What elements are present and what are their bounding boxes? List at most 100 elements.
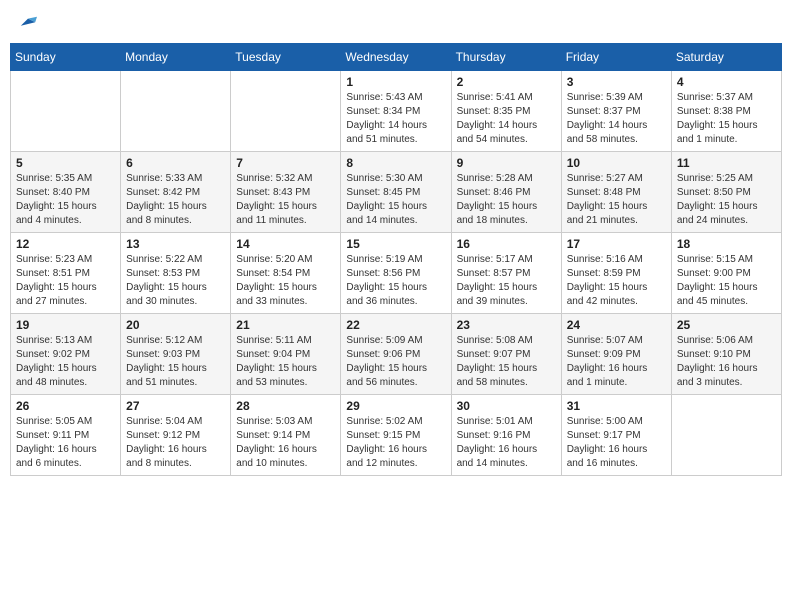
day-info-line: Daylight: 16 hours: [346, 443, 445, 457]
day-info-line: and 8 minutes.: [126, 214, 225, 228]
day-info-line: Sunset: 8:57 PM: [457, 267, 556, 281]
day-info-line: Sunrise: 5:09 AM: [346, 334, 445, 348]
day-info-line: Sunset: 8:42 PM: [126, 186, 225, 200]
calendar-cell: 28Sunrise: 5:03 AMSunset: 9:14 PMDayligh…: [231, 395, 341, 476]
day-info: Sunrise: 5:27 AMSunset: 8:48 PMDaylight:…: [567, 172, 666, 228]
calendar-cell: 1Sunrise: 5:43 AMSunset: 8:34 PMDaylight…: [341, 71, 451, 152]
calendar-cell: [671, 395, 781, 476]
day-info-line: Sunset: 8:54 PM: [236, 267, 335, 281]
day-info-line: Daylight: 15 hours: [677, 200, 776, 214]
day-info-line: and 36 minutes.: [346, 295, 445, 309]
day-info-line: and 8 minutes.: [126, 457, 225, 471]
day-info-line: Sunset: 8:38 PM: [677, 105, 776, 119]
day-info-line: Daylight: 15 hours: [677, 281, 776, 295]
day-info-line: and 54 minutes.: [457, 133, 556, 147]
calendar-cell: 18Sunrise: 5:15 AMSunset: 9:00 PMDayligh…: [671, 233, 781, 314]
calendar-cell: 4Sunrise: 5:37 AMSunset: 8:38 PMDaylight…: [671, 71, 781, 152]
day-info-line: Daylight: 15 hours: [567, 281, 666, 295]
day-info-line: Sunrise: 5:20 AM: [236, 253, 335, 267]
day-info: Sunrise: 5:33 AMSunset: 8:42 PMDaylight:…: [126, 172, 225, 228]
day-number: 2: [457, 75, 556, 89]
day-number: 13: [126, 237, 225, 251]
calendar-cell: 31Sunrise: 5:00 AMSunset: 9:17 PMDayligh…: [561, 395, 671, 476]
day-info: Sunrise: 5:41 AMSunset: 8:35 PMDaylight:…: [457, 91, 556, 147]
calendar-cell: 17Sunrise: 5:16 AMSunset: 8:59 PMDayligh…: [561, 233, 671, 314]
calendar-cell: 16Sunrise: 5:17 AMSunset: 8:57 PMDayligh…: [451, 233, 561, 314]
day-info: Sunrise: 5:35 AMSunset: 8:40 PMDaylight:…: [16, 172, 115, 228]
day-info-line: Sunset: 9:16 PM: [457, 429, 556, 443]
day-number: 28: [236, 399, 335, 413]
day-info-line: and 53 minutes.: [236, 376, 335, 390]
day-info-line: Sunset: 8:48 PM: [567, 186, 666, 200]
day-number: 6: [126, 156, 225, 170]
calendar-week-row: 5 Sunrise: 5:35 AMSunset: 8:40 PMDaylight…: [11, 152, 782, 233]
day-info-line: Sunrise: 5:30 AM: [346, 172, 445, 186]
calendar-cell: [121, 71, 231, 152]
calendar-cell: 22Sunrise: 5:09 AMSunset: 9:06 PMDayligh…: [341, 314, 451, 395]
day-info-line: Daylight: 15 hours: [126, 362, 225, 376]
day-info-line: Sunrise: 5:04 AM: [126, 415, 225, 429]
day-info-line: Daylight: 14 hours: [457, 119, 556, 133]
day-info-line: Daylight: 16 hours: [126, 443, 225, 457]
day-info-line: Sunrise: 5:08 AM: [457, 334, 556, 348]
day-info-line: Sunrise: 5:17 AM: [457, 253, 556, 267]
calendar-cell: 29Sunrise: 5:02 AMSunset: 9:15 PMDayligh…: [341, 395, 451, 476]
day-info-line: Sunset: 9:04 PM: [236, 348, 335, 362]
day-info-line: Sunset: 9:09 PM: [567, 348, 666, 362]
day-number: 29: [346, 399, 445, 413]
day-info-line: and 12 minutes.: [346, 457, 445, 471]
day-info-line: and 3 minutes.: [677, 376, 776, 390]
day-info: Sunrise: 5:30 AMSunset: 8:45 PMDaylight:…: [346, 172, 445, 228]
day-info-line: Sunset: 9:03 PM: [126, 348, 225, 362]
day-info-line: and 18 minutes.: [457, 214, 556, 228]
day-number: 5: [16, 156, 115, 170]
day-info-line: Daylight: 15 hours: [16, 200, 115, 214]
day-number: 4: [677, 75, 776, 89]
day-info-line: Daylight: 16 hours: [567, 443, 666, 457]
day-number: 18: [677, 237, 776, 251]
day-info-line: Sunrise: 5:00 AM: [567, 415, 666, 429]
day-info-line: Sunset: 8:59 PM: [567, 267, 666, 281]
calendar-cell: [11, 71, 121, 152]
calendar-cell: [231, 71, 341, 152]
day-number: 8: [346, 156, 445, 170]
day-info-line: Sunset: 8:56 PM: [346, 267, 445, 281]
day-info: Sunrise: 5:23 AMSunset: 8:51 PMDaylight:…: [16, 253, 115, 309]
day-info-line: Sunrise: 5:07 AM: [567, 334, 666, 348]
day-of-week-header: Saturday: [671, 44, 781, 71]
day-info-line: Sunset: 8:53 PM: [126, 267, 225, 281]
day-info: Sunrise: 5:08 AMSunset: 9:07 PMDaylight:…: [457, 334, 556, 390]
day-info-line: Daylight: 16 hours: [16, 443, 115, 457]
day-info-line: Sunrise: 5:37 AM: [677, 91, 776, 105]
day-info-line: Daylight: 15 hours: [126, 200, 225, 214]
day-info: Sunrise: 5:07 AMSunset: 9:09 PMDaylight:…: [567, 334, 666, 390]
day-info-line: Sunset: 8:37 PM: [567, 105, 666, 119]
day-info-line: Daylight: 15 hours: [126, 281, 225, 295]
day-info: Sunrise: 5:13 AMSunset: 9:02 PMDaylight:…: [16, 334, 115, 390]
day-info-line: Daylight: 15 hours: [457, 281, 556, 295]
day-info-line: and 21 minutes.: [567, 214, 666, 228]
day-info-line: Sunset: 8:35 PM: [457, 105, 556, 119]
day-info-line: Daylight: 15 hours: [457, 200, 556, 214]
calendar-cell: 14Sunrise: 5:20 AMSunset: 8:54 PMDayligh…: [231, 233, 341, 314]
logo-bird-icon: [19, 15, 37, 33]
calendar-cell: 15Sunrise: 5:19 AMSunset: 8:56 PMDayligh…: [341, 233, 451, 314]
day-info-line: Sunrise: 5:15 AM: [677, 253, 776, 267]
calendar-cell: 8 Sunrise: 5:30 AMSunset: 8:45 PMDaylight…: [341, 152, 451, 233]
day-info: Sunrise: 5:25 AMSunset: 8:50 PMDaylight:…: [677, 172, 776, 228]
day-info-line: and 45 minutes.: [677, 295, 776, 309]
day-info-line: and 10 minutes.: [236, 457, 335, 471]
calendar-cell: 10Sunrise: 5:27 AMSunset: 8:48 PMDayligh…: [561, 152, 671, 233]
day-info-line: Sunrise: 5:28 AM: [457, 172, 556, 186]
day-info-line: Sunrise: 5:02 AM: [346, 415, 445, 429]
day-info-line: Daylight: 14 hours: [567, 119, 666, 133]
day-number: 23: [457, 318, 556, 332]
day-of-week-header: Friday: [561, 44, 671, 71]
day-info-line: Daylight: 16 hours: [236, 443, 335, 457]
day-info-line: Sunrise: 5:32 AM: [236, 172, 335, 186]
calendar-cell: 20Sunrise: 5:12 AMSunset: 9:03 PMDayligh…: [121, 314, 231, 395]
day-number: 3: [567, 75, 666, 89]
calendar-cell: 23 Sunrise: 5:08 AMSunset: 9:07 PMDayligh…: [451, 314, 561, 395]
day-info-line: Sunset: 9:14 PM: [236, 429, 335, 443]
calendar-cell: 21Sunrise: 5:11 AMSunset: 9:04 PMDayligh…: [231, 314, 341, 395]
